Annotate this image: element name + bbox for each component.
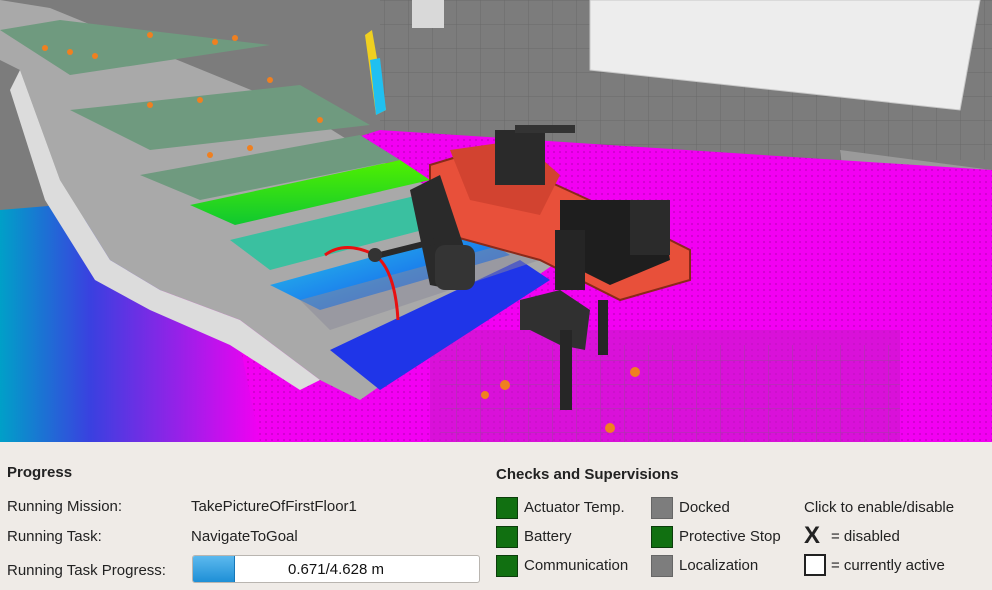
- mission-panel: Progress Running Mission: TakePictureOfF…: [0, 442, 992, 590]
- task-progress-text: 0.671/4.628 m: [288, 561, 384, 578]
- active-legend-box: [804, 554, 826, 576]
- disabled-x-icon: X: [804, 522, 821, 549]
- protective-stop-label[interactable]: Protective Stop: [679, 528, 781, 545]
- actuator-temp-indicator[interactable]: [496, 497, 518, 519]
- running-task-value: NavigateToGoal: [191, 528, 298, 545]
- help-text: Click to enable/disable: [804, 499, 955, 516]
- docked-label[interactable]: Docked: [679, 499, 730, 516]
- running-task-label: Running Task:: [7, 528, 102, 545]
- battery-label[interactable]: Battery: [524, 528, 572, 545]
- protective-stop-indicator[interactable]: [651, 526, 673, 548]
- elevation-map-scene: [0, 0, 992, 442]
- running-mission-value: TakePictureOfFirstFloor1: [191, 498, 357, 515]
- disabled-legend-text: = disabled: [831, 528, 900, 545]
- checks-title: Checks and Supervisions: [496, 466, 679, 483]
- localization-indicator[interactable]: [651, 555, 673, 577]
- communication-label[interactable]: Communication: [524, 557, 628, 574]
- running-task-progress-label: Running Task Progress:: [7, 562, 166, 579]
- docked-indicator[interactable]: [651, 497, 673, 519]
- 3d-viewport[interactable]: [0, 0, 992, 442]
- progress-title: Progress: [7, 464, 73, 481]
- active-legend-text: = currently active: [831, 557, 945, 574]
- task-progress-bar: 0.671/4.628 m: [192, 555, 480, 583]
- localization-label[interactable]: Localization: [679, 557, 758, 574]
- running-mission-label: Running Mission:: [7, 498, 123, 515]
- communication-indicator[interactable]: [496, 555, 518, 577]
- battery-indicator[interactable]: [496, 526, 518, 548]
- actuator-temp-label[interactable]: Actuator Temp.: [524, 499, 625, 516]
